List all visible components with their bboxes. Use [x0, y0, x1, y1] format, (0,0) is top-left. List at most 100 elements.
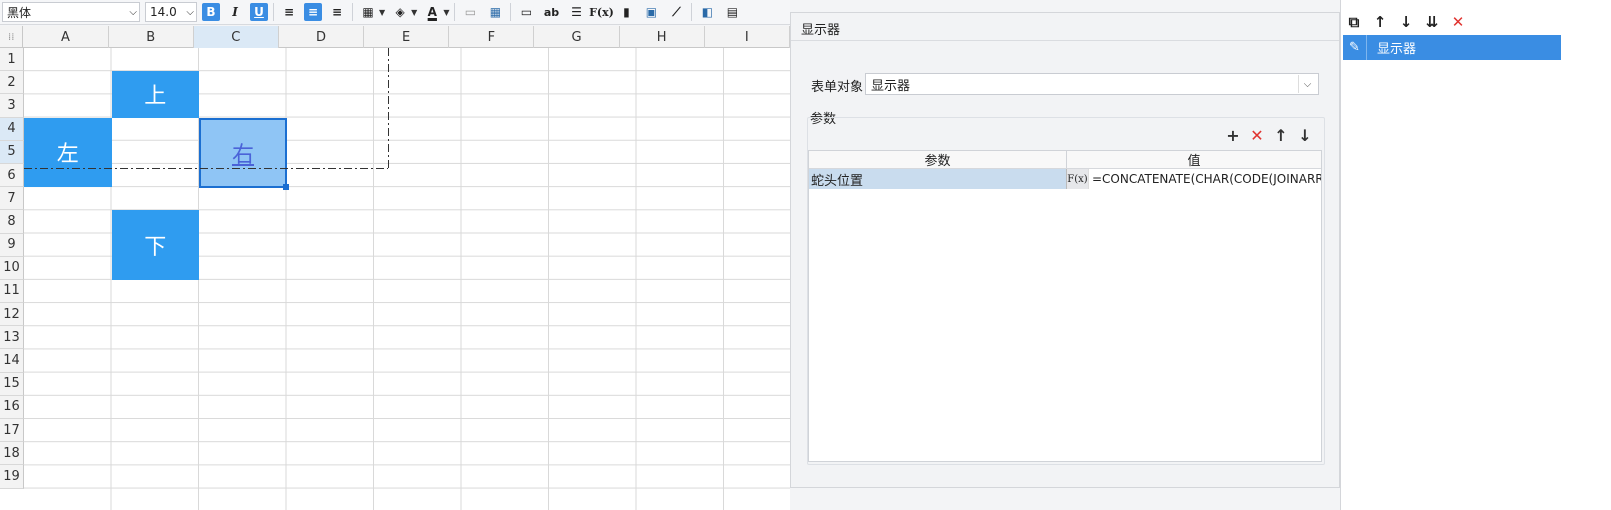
- row-header[interactable]: 4: [0, 117, 24, 141]
- chevron-down-icon[interactable]: ▼: [411, 8, 417, 17]
- align-right-icon[interactable]: ≡: [327, 2, 347, 22]
- row-header[interactable]: 6: [0, 163, 24, 188]
- row-header[interactable]: 10: [0, 256, 24, 280]
- row-header[interactable]: 9: [0, 233, 24, 257]
- row-header[interactable]: 3: [0, 94, 24, 118]
- copy-icon[interactable]: ⧉: [1345, 12, 1363, 32]
- row-header[interactable]: 2: [0, 71, 24, 95]
- font-family-select[interactable]: 黑体 ⌵: [2, 2, 140, 22]
- params-section: + ✕ ↑ ↓ 参数 值 蛇头位置 F(x) =CONCATENATE(CHAR…: [807, 117, 1325, 465]
- image-icon[interactable]: ▣: [641, 2, 661, 22]
- row-header[interactable]: 15: [0, 372, 24, 396]
- widget-list-panel: ⧉ ↑ ↓ ⇊ ✕ ✎ 显示器: [1340, 0, 1611, 510]
- column-header[interactable]: D: [279, 26, 365, 48]
- move-down-icon[interactable]: ↓: [1397, 12, 1415, 32]
- row-header[interactable]: 18: [0, 442, 24, 466]
- merge-icon[interactable]: ▭: [460, 2, 480, 22]
- move-down-icon[interactable]: ↓: [1296, 126, 1314, 145]
- column-header[interactable]: E: [364, 26, 450, 48]
- move-up-icon[interactable]: ↑: [1272, 126, 1290, 145]
- border-icon[interactable]: ▦: [358, 2, 378, 22]
- edit-icon[interactable]: ✎: [1343, 35, 1367, 60]
- move-up-icon[interactable]: ↑: [1371, 12, 1389, 32]
- slash-icon[interactable]: ⟋: [666, 2, 686, 22]
- text-icon[interactable]: ab: [541, 2, 561, 22]
- wrap-icon[interactable]: ☰: [566, 2, 586, 22]
- panel-title: 显示器: [801, 23, 841, 38]
- params-table-header: 参数 值: [809, 151, 1321, 169]
- font-size-value: 14.0: [150, 5, 177, 19]
- formula-button[interactable]: F(x): [1066, 169, 1088, 189]
- select-all-corner[interactable]: ⁞⁞: [0, 26, 24, 48]
- widget-settings-panel: 显示器 表单对象 显示器 ⌵ 参数 + ✕ ↑ ↓ 参数 值 蛇头位置 F(x)…: [790, 12, 1340, 488]
- form-icon[interactable]: ◧: [697, 2, 717, 22]
- column-header[interactable]: G: [534, 26, 620, 48]
- row-header[interactable]: 8: [0, 210, 24, 234]
- delete-icon[interactable]: ✕: [1449, 12, 1467, 32]
- font-color-icon[interactable]: A: [422, 2, 442, 22]
- spreadsheet: ⁞⁞ A B C D E F G H I 1 2 3 4 5 6 7 8 9 1…: [0, 26, 790, 510]
- chevron-down-icon: ⌵: [129, 6, 137, 18]
- page-break-lines: [24, 48, 389, 169]
- chevron-down-icon[interactable]: ▼: [379, 8, 385, 17]
- underline-button[interactable]: U: [250, 3, 268, 21]
- formula-icon[interactable]: F(x): [589, 2, 614, 22]
- column-header[interactable]: H: [620, 26, 705, 48]
- font-size-select[interactable]: 14.0 ⌵: [145, 2, 197, 22]
- align-left-icon[interactable]: ≡: [279, 2, 299, 22]
- row-header[interactable]: 19: [0, 465, 24, 489]
- table-row[interactable]: 蛇头位置 F(x) =CONCATENATE(CHAR(CODE(JOINARR…: [809, 169, 1321, 189]
- row-header[interactable]: 7: [0, 187, 24, 211]
- chevron-down-icon: ⌵: [186, 6, 194, 18]
- column-header[interactable]: A: [23, 26, 109, 48]
- align-center-icon[interactable]: ≡: [304, 3, 322, 21]
- row-header-bar: 1 2 3 4 5 6 7 8 9 10 11 12 13 14 15 16 1…: [0, 48, 24, 489]
- column-header[interactable]: I: [705, 26, 790, 48]
- params-table: 参数 值 蛇头位置 F(x) =CONCATENATE(CHAR(CODE(JO…: [808, 150, 1322, 462]
- row-header[interactable]: 13: [0, 326, 24, 350]
- chevron-down-icon[interactable]: ▼: [443, 8, 449, 17]
- toolbar-divider: [454, 3, 456, 21]
- header-value: 值: [1066, 151, 1321, 169]
- column-header[interactable]: F: [449, 26, 535, 48]
- toolbar-divider: [273, 3, 274, 21]
- row-header[interactable]: 1: [0, 48, 24, 72]
- textbox-icon[interactable]: ▭: [516, 2, 536, 22]
- column-header-bar: ⁞⁞ A B C D E F G H I: [0, 26, 790, 48]
- widget-list-item[interactable]: ✎ 显示器: [1343, 35, 1561, 60]
- row-header[interactable]: 17: [0, 419, 24, 443]
- row-header[interactable]: 12: [0, 303, 24, 327]
- chevron-down-icon[interactable]: ⌵: [1298, 75, 1316, 93]
- divider: [791, 40, 1339, 41]
- toolbar-divider: [352, 3, 353, 21]
- column-header[interactable]: C: [193, 26, 279, 48]
- grid-icon[interactable]: ▤: [722, 2, 742, 22]
- param-value-cell[interactable]: =CONCATENATE(CHAR(CODE(JOINARRA: [1088, 169, 1321, 189]
- form-object-label: 表单对象: [811, 80, 864, 95]
- param-name-cell[interactable]: 蛇头位置: [809, 169, 1066, 189]
- cell-grid[interactable]: 上 左 下 右: [24, 48, 790, 510]
- delete-icon[interactable]: ✕: [1248, 126, 1266, 145]
- toolbar-divider: [510, 3, 512, 21]
- add-icon[interactable]: +: [1224, 126, 1242, 145]
- widget-list-toolbar: ⧉ ↑ ↓ ⇊ ✕: [1345, 12, 1467, 32]
- row-header[interactable]: 5: [0, 140, 24, 164]
- chart-icon[interactable]: ▮: [616, 2, 636, 22]
- column-header[interactable]: B: [109, 26, 194, 48]
- widget-list-item-label: 显示器: [1377, 42, 1417, 57]
- toolbar-divider: [691, 3, 693, 21]
- row-header[interactable]: 14: [0, 349, 24, 373]
- row-header[interactable]: 11: [0, 279, 24, 304]
- font-family-value: 黑体: [7, 5, 32, 20]
- form-object-value: 显示器: [871, 78, 911, 94]
- form-object-select[interactable]: 显示器 ⌵: [865, 73, 1319, 95]
- row-header[interactable]: 16: [0, 395, 24, 419]
- italic-button[interactable]: I: [225, 2, 245, 22]
- param-toolbar: + ✕ ↑ ↓: [1224, 126, 1314, 145]
- formatting-toolbar: 黑体 ⌵ 14.0 ⌵ B I U ≡ ≡ ≡ ▦ ▼ ◈ ▼ A ▼ ▭ ▦ …: [0, 0, 790, 25]
- table-icon[interactable]: ▦: [485, 2, 505, 22]
- bold-button[interactable]: B: [202, 3, 220, 21]
- fill-color-icon[interactable]: ◈: [390, 2, 410, 22]
- move-to-bottom-icon[interactable]: ⇊: [1423, 12, 1441, 32]
- header-param: 参数: [924, 154, 951, 169]
